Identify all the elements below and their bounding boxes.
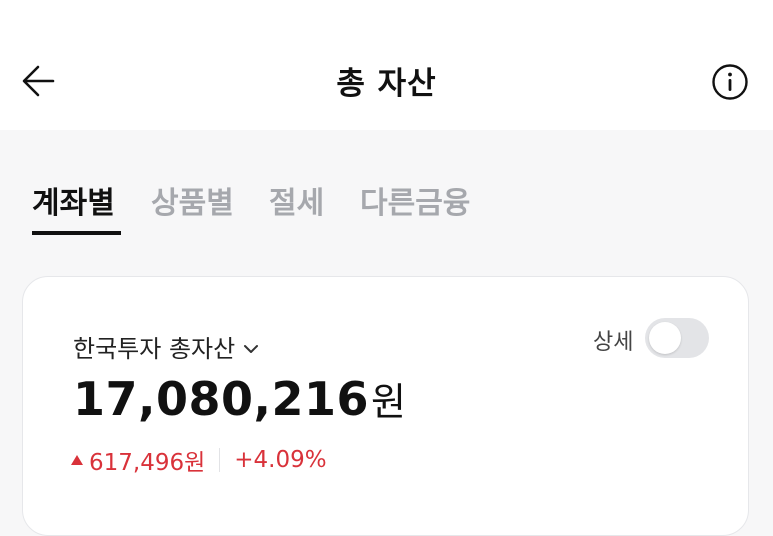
detail-toggle[interactable] <box>645 318 709 358</box>
total-amount-unit: 원 <box>371 380 406 424</box>
tab-bar: 계좌별 상품별 절세 다른금융 <box>0 178 773 238</box>
app-header: 총 자산 <box>0 0 773 130</box>
change-divider <box>219 448 221 472</box>
triangle-up-icon <box>71 455 83 465</box>
tab-by-account[interactable]: 계좌별 <box>32 178 115 222</box>
tab-other-finance[interactable]: 다른금융 <box>360 178 470 222</box>
change-amount: 617,496원 <box>89 450 206 476</box>
info-button[interactable] <box>708 60 752 104</box>
change-percent: +4.09% <box>234 447 327 473</box>
detail-label: 상세 <box>593 330 634 355</box>
tab-by-product[interactable]: 상품별 <box>151 178 234 222</box>
page-title: 총 자산 <box>336 66 437 102</box>
total-amount-value: 17,080,216 <box>73 372 370 426</box>
active-tab-indicator <box>32 231 121 235</box>
chevron-down-icon <box>244 344 259 353</box>
info-circle-icon <box>712 64 748 100</box>
change-row: 617,496원 +4.09% <box>71 443 327 477</box>
tab-tax-saving[interactable]: 절세 <box>269 178 324 222</box>
total-asset-card: 한국투자 총자산 상세 17,080,216원 617,496원 +4.09% <box>22 276 749 536</box>
total-amount: 17,080,216원 <box>73 371 406 426</box>
account-selector[interactable]: 한국투자 총자산 <box>73 329 259 364</box>
toggle-knob <box>649 322 681 354</box>
account-label: 한국투자 총자산 <box>73 335 236 363</box>
